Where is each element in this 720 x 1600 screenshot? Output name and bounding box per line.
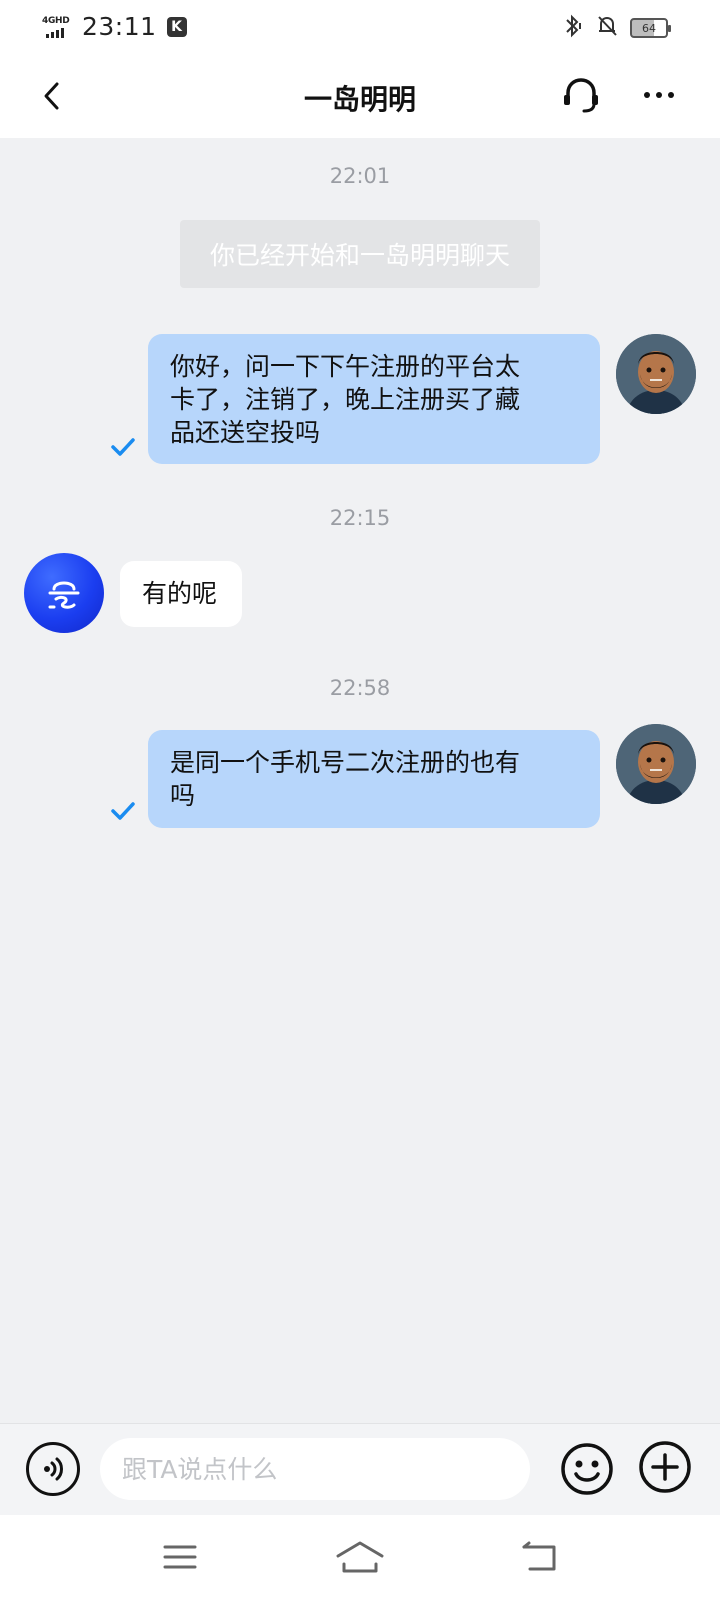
read-check-icon <box>110 800 136 822</box>
battery-icon: 64 <box>630 18 671 38</box>
island-logo-icon <box>48 581 80 609</box>
recent-apps-button[interactable] <box>150 1535 210 1579</box>
network-type: 4GHD <box>42 15 70 26</box>
chat-header: 一岛明明 <box>0 56 720 138</box>
more-actions-button[interactable] <box>638 1440 692 1494</box>
page-title: 一岛明明 <box>303 83 416 116</box>
message-line: 吗 <box>170 781 196 810</box>
message-line: 是同一个手机号二次注册的也有 <box>170 748 521 777</box>
message-line: 有的呢 <box>142 579 218 608</box>
back-arrow-icon <box>522 1541 556 1571</box>
status-time: 23:11 <box>82 12 157 41</box>
message-bubble-sent[interactable]: 你好，问一下下午注册的平台太 卡了，注销了，晚上注册买了藏 品还送空投吗 <box>148 334 600 464</box>
emoji-button[interactable] <box>560 1442 614 1496</box>
message-input-bar <box>0 1423 720 1515</box>
plus-circle-icon <box>639 1441 691 1493</box>
message-bubble-sent[interactable]: 是同一个手机号二次注册的也有 吗 <box>148 730 600 828</box>
message-line: 你好，问一下下午注册的平台太 <box>170 352 521 381</box>
system-nav-bar <box>0 1515 720 1600</box>
signal-icon: 4GHD <box>42 14 74 40</box>
voice-icon <box>44 1457 63 1481</box>
system-notice: 你已经开始和一岛明明聊天 <box>180 220 540 288</box>
bluetooth-icon <box>562 14 584 42</box>
customer-service-button[interactable] <box>558 72 604 118</box>
my-avatar[interactable] <box>616 334 696 414</box>
app-notification-icon: K <box>166 16 187 37</box>
mute-bell-icon <box>596 14 618 42</box>
more-button[interactable] <box>636 72 682 118</box>
chat-area[interactable]: 22:01 你已经开始和一岛明明聊天 你好，问一下下午注册的平台太 卡了，注销了… <box>0 138 720 1423</box>
home-button[interactable] <box>330 1535 390 1579</box>
message-line: 卡了，注销了，晚上注册买了藏 <box>170 385 521 414</box>
timestamp: 22:15 <box>329 506 391 530</box>
back-nav-button[interactable] <box>510 1535 570 1579</box>
voice-button[interactable] <box>26 1442 80 1496</box>
status-bar: 4GHD 23:11 K 64 <box>0 0 720 56</box>
battery-level: 64 <box>642 21 656 35</box>
headset-icon <box>564 78 598 113</box>
chevron-left-icon <box>44 82 59 110</box>
timestamp: 22:01 <box>329 164 391 188</box>
my-avatar[interactable] <box>616 724 696 804</box>
contact-avatar[interactable] <box>24 553 104 633</box>
timestamp: 22:58 <box>329 676 391 700</box>
back-button[interactable] <box>30 74 74 118</box>
more-dots-icon <box>644 92 674 98</box>
smiley-icon <box>561 1443 613 1495</box>
menu-icon <box>163 1545 197 1569</box>
read-check-icon <box>110 436 136 458</box>
home-icon <box>336 1541 384 1573</box>
status-left: 4GHD 23:11 K <box>42 12 187 41</box>
message-input[interactable] <box>100 1438 530 1500</box>
message-bubble-received[interactable]: 有的呢 <box>120 561 242 627</box>
message-line: 品还送空投吗 <box>170 418 321 447</box>
status-right: 64 <box>562 14 671 42</box>
